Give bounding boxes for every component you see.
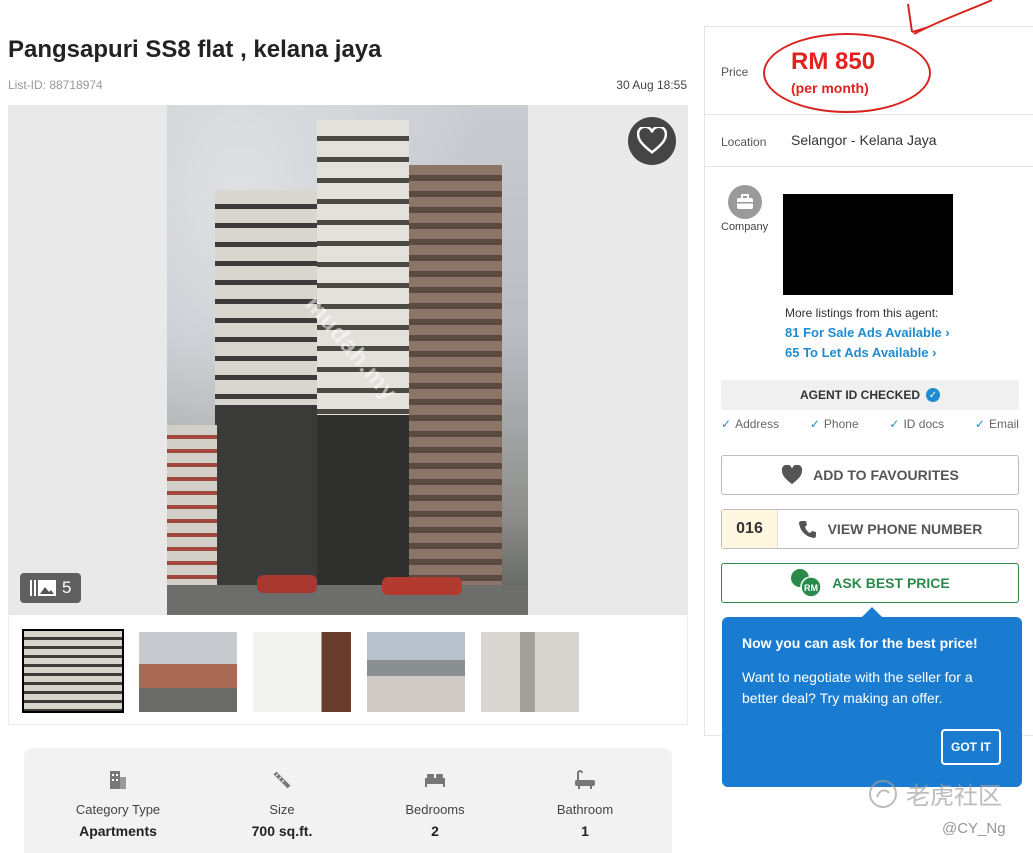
forum-watermark: 老虎社区 [868, 776, 1002, 811]
spec-bedrooms: Bedrooms 2 [365, 768, 505, 839]
photo-count-badge[interactable]: 5 [20, 573, 82, 603]
spec-label: Bedrooms [405, 802, 465, 817]
bed-icon [425, 774, 445, 787]
agent-id-checked-banner: AGENT ID CHECKED ✓ [721, 380, 1019, 410]
thumbnail-3[interactable] [253, 632, 351, 712]
gallery-icon [30, 580, 56, 596]
favourite-button[interactable] [628, 117, 676, 165]
spec-value: 1 [581, 823, 589, 839]
chat-price-icon: RM [791, 569, 823, 598]
thumbnail-4[interactable] [367, 632, 465, 712]
ask-best-price-label: ASK BEST PRICE [832, 575, 950, 591]
location-row: Location Selangor - Kelana Jaya [705, 115, 1033, 167]
phone-prefix: 016 [722, 510, 778, 548]
check-item: ✓ ID docs [889, 417, 945, 431]
thumbnail-strip [8, 615, 688, 725]
specs-panel: Category Type Apartments Size 700 sq.ft.… [24, 748, 672, 853]
price-annotation-circle [763, 33, 931, 113]
spec-label: Size [269, 802, 295, 817]
listing-date: 30 Aug 18:55 [616, 78, 687, 92]
company-avatar [728, 185, 762, 219]
to-let-link[interactable]: 65 To Let Ads Available › [785, 345, 936, 360]
tooltip-title: Now you can ask for the best price! [742, 635, 978, 651]
best-price-tooltip: Now you can ask for the best price! Want… [722, 607, 1022, 787]
spec-label: Bathroom [556, 802, 614, 817]
verification-checks: ✓ Address ✓ Phone ✓ ID docs ✓ Email [721, 417, 1019, 431]
annotation-arrow [907, 0, 993, 35]
spec-category: Category Type Apartments [48, 768, 188, 839]
spec-value: Apartments [79, 823, 157, 839]
check-item: ✓ Address [721, 417, 780, 431]
phone-icon [798, 521, 816, 538]
price-label: Price [721, 65, 749, 79]
price-row: Price RM 850 (per month) [705, 27, 1033, 115]
thumbnail-5[interactable] [481, 632, 579, 712]
tooltip-body: Want to negotiate with the seller for a … [742, 669, 973, 706]
check-icon: ✓ [974, 417, 985, 431]
check-icon: ✓ [721, 417, 732, 431]
more-listings-label: More listings from this agent: [785, 306, 939, 320]
got-it-button[interactable]: GOT IT [941, 729, 1001, 765]
building-icon [110, 771, 126, 789]
check-item: ✓ Phone [809, 417, 859, 431]
spec-value: 700 sq.ft. [251, 823, 313, 839]
photo-count: 5 [62, 578, 72, 597]
heart-icon [637, 127, 667, 154]
agent-checked-label: AGENT ID CHECKED [799, 388, 920, 402]
location-value: Selangor - Kelana Jaya [791, 132, 937, 148]
view-phone-button[interactable]: 016 VIEW PHONE NUMBER [721, 509, 1019, 549]
forum-watermark-text: 老虎社区 [906, 782, 1002, 810]
ask-best-price-button[interactable]: RM ASK BEST PRICE [721, 563, 1019, 603]
tiger-logo-icon [869, 779, 897, 808]
check-icon: ✓ [809, 417, 820, 431]
briefcase-icon [737, 194, 753, 209]
spec-size: Size 700 sq.ft. [212, 768, 352, 839]
add-to-favourites-label: ADD TO FAVOURITES [813, 467, 959, 483]
verified-icon: ✓ [926, 388, 940, 402]
spec-label: Category Type [75, 802, 161, 817]
location-label: Location [721, 135, 767, 149]
listing-title: Pangsapuri SS8 flat , kelana jaya [8, 36, 382, 63]
for-sale-link[interactable]: 81 For Sale Ads Available › [785, 325, 950, 340]
forum-username: @CY_Ng [942, 820, 1006, 837]
redacted-agent-info [783, 194, 953, 295]
check-item: ✓ Email [974, 417, 1019, 431]
thumbnail-2[interactable] [139, 632, 237, 712]
spec-value: 2 [431, 823, 439, 839]
list-id: List-ID: 88718974 [8, 78, 103, 92]
company-label: Company [721, 221, 769, 233]
spec-bathroom: Bathroom 1 [515, 768, 655, 839]
thumbnail-1[interactable] [22, 629, 124, 713]
photo-gallery[interactable]: mudah.my 5 [8, 105, 688, 615]
view-phone-label: VIEW PHONE NUMBER [827, 521, 983, 537]
ruler-icon [273, 771, 291, 789]
check-icon: ✓ [889, 417, 900, 431]
add-to-favourites-button[interactable]: ADD TO FAVOURITES [721, 455, 1019, 495]
main-photo[interactable]: mudah.my [167, 105, 528, 615]
heart-icon [782, 465, 803, 485]
ask-badge-text: RM [804, 583, 818, 593]
bathtub-icon [575, 770, 595, 789]
